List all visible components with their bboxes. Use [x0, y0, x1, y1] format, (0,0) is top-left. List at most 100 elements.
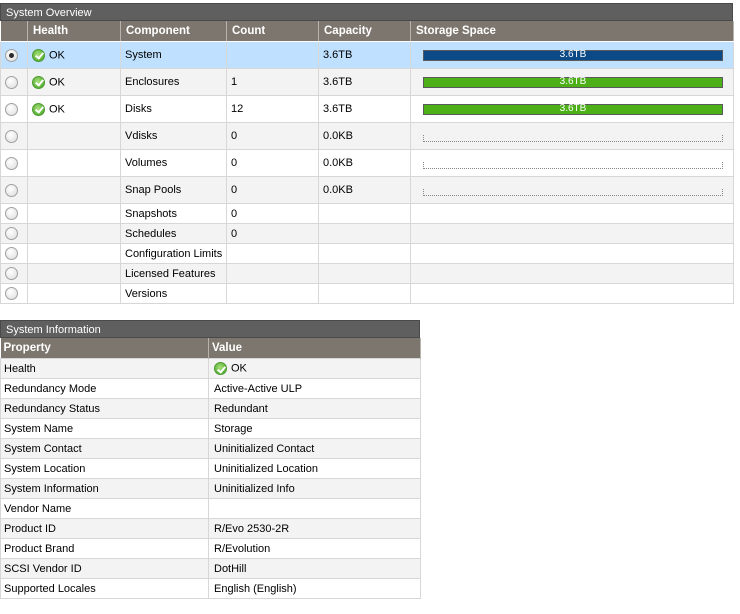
- table-row: System Location Uninitialized Location: [0, 458, 421, 479]
- row-select-cell[interactable]: [0, 223, 28, 244]
- component-cell: Vdisks: [120, 122, 227, 150]
- storage-space-cell: 3.6TB: [410, 95, 734, 123]
- value-cell: R/Evo 2530-2R: [208, 518, 421, 539]
- component-cell: Versions: [120, 283, 227, 304]
- table-header-row: Property Value: [0, 338, 421, 359]
- row-radio-button[interactable]: [5, 156, 18, 170]
- table-row[interactable]: OK Enclosures 1 3.6TB 3.6TB: [0, 68, 734, 96]
- value-cell: [208, 498, 421, 519]
- health-status: OK: [49, 102, 65, 115]
- row-radio-button[interactable]: [5, 247, 18, 260]
- storage-space-cell: [410, 283, 734, 304]
- table-row: Supported Locales English (English): [0, 578, 421, 599]
- component-cell: Volumes: [120, 149, 227, 177]
- column-count[interactable]: Count: [226, 21, 319, 42]
- health-cell: [27, 283, 121, 304]
- property-value: English (English): [214, 582, 297, 595]
- count-cell: [226, 283, 319, 304]
- capacity-cell: [318, 203, 411, 224]
- table-row[interactable]: Versions: [0, 283, 734, 304]
- row-radio-button[interactable]: [5, 267, 18, 280]
- system-information-panel: System Information Property Value Health…: [0, 320, 421, 599]
- property-value: Storage: [214, 422, 253, 435]
- health-cell: OK: [27, 68, 121, 96]
- storage-space-cell: 3.6TB: [410, 68, 734, 96]
- value-cell: Active-Active ULP: [208, 378, 421, 399]
- capacity-cell: 3.6TB: [318, 68, 411, 96]
- component-cell: Disks: [120, 95, 227, 123]
- row-select-cell[interactable]: [0, 203, 28, 224]
- row-radio-button[interactable]: [5, 48, 18, 62]
- table-row[interactable]: OK System 3.6TB 3.6TB: [0, 41, 734, 69]
- property-value: R/Evolution: [214, 542, 271, 555]
- property-value: OK: [231, 362, 247, 375]
- table-row: System Information Uninitialized Info: [0, 478, 421, 499]
- property-value: R/Evo 2530-2R: [214, 522, 290, 535]
- column-storage-space[interactable]: Storage Space: [410, 21, 734, 42]
- property-cell: Redundancy Status: [0, 398, 209, 419]
- row-radio-button[interactable]: [5, 102, 18, 116]
- property-value: DotHill: [214, 562, 247, 575]
- row-select-cell[interactable]: [0, 68, 28, 96]
- row-radio-button[interactable]: [5, 227, 18, 240]
- row-select-cell[interactable]: [0, 176, 28, 204]
- row-radio-button[interactable]: [5, 129, 18, 143]
- row-select-cell[interactable]: [0, 149, 28, 177]
- health-cell: OK: [27, 41, 121, 69]
- ok-icon: [32, 75, 45, 89]
- property-cell: Health: [0, 358, 209, 379]
- health-status: OK: [49, 75, 65, 88]
- row-radio-button[interactable]: [5, 207, 18, 220]
- value-cell: OK: [208, 358, 421, 379]
- row-select-cell[interactable]: [0, 41, 28, 69]
- storage-space-bar: 3.6TB: [423, 48, 723, 61]
- health-cell: [27, 203, 121, 224]
- count-cell: 0: [226, 223, 319, 244]
- table-row: Product ID R/Evo 2530-2R: [0, 518, 421, 539]
- value-cell: DotHill: [208, 558, 421, 579]
- capacity-cell: 3.6TB: [318, 95, 411, 123]
- system-overview-panel: System Overview Health Component Count C…: [0, 3, 734, 304]
- row-radio-button[interactable]: [5, 183, 18, 197]
- storage-space-cell: [410, 243, 734, 264]
- table-row[interactable]: Vdisks 0 0.0KB: [0, 122, 734, 150]
- storage-space-cell: [410, 122, 734, 150]
- column-capacity[interactable]: Capacity: [318, 21, 411, 42]
- table-row[interactable]: Snap Pools 0 0.0KB: [0, 176, 734, 204]
- row-select-cell[interactable]: [0, 263, 28, 284]
- health-cell: [27, 149, 121, 177]
- row-select-cell[interactable]: [0, 95, 28, 123]
- count-cell: 12: [226, 95, 319, 123]
- property-cell: SCSI Vendor ID: [0, 558, 209, 579]
- column-value: Value: [208, 338, 421, 359]
- row-radio-button[interactable]: [5, 287, 18, 300]
- component-cell: Schedules: [120, 223, 227, 244]
- storage-space-cell: [410, 176, 734, 204]
- table-row[interactable]: Configuration Limits: [0, 243, 734, 264]
- row-select-cell[interactable]: [0, 243, 28, 264]
- column-component[interactable]: Component: [120, 21, 227, 42]
- capacity-cell: 0.0KB: [318, 122, 411, 150]
- ok-icon: [32, 102, 45, 116]
- table-row[interactable]: Snapshots 0: [0, 203, 734, 224]
- table-row: Redundancy Mode Active-Active ULP: [0, 378, 421, 399]
- capacity-cell: 0.0KB: [318, 176, 411, 204]
- property-cell: System Contact: [0, 438, 209, 459]
- table-row[interactable]: Volumes 0 0.0KB: [0, 149, 734, 177]
- table-row[interactable]: OK Disks 12 3.6TB 3.6TB: [0, 95, 734, 123]
- row-select-cell[interactable]: [0, 283, 28, 304]
- row-radio-button[interactable]: [5, 75, 18, 89]
- row-select-cell[interactable]: [0, 122, 28, 150]
- storage-space-bar-empty: [423, 161, 723, 169]
- storage-space-label: 3.6TB: [559, 48, 587, 60]
- value-cell: Uninitialized Location: [208, 458, 421, 479]
- table-row[interactable]: Schedules 0: [0, 223, 734, 244]
- capacity-cell: 0.0KB: [318, 149, 411, 177]
- table-row: Redundancy Status Redundant: [0, 398, 421, 419]
- component-cell: Snapshots: [120, 203, 227, 224]
- component-cell: Snap Pools: [120, 176, 227, 204]
- column-health[interactable]: Health: [27, 21, 121, 42]
- table-row[interactable]: Licensed Features: [0, 263, 734, 284]
- value-cell: Storage: [208, 418, 421, 439]
- system-overview-title: System Overview: [0, 3, 733, 21]
